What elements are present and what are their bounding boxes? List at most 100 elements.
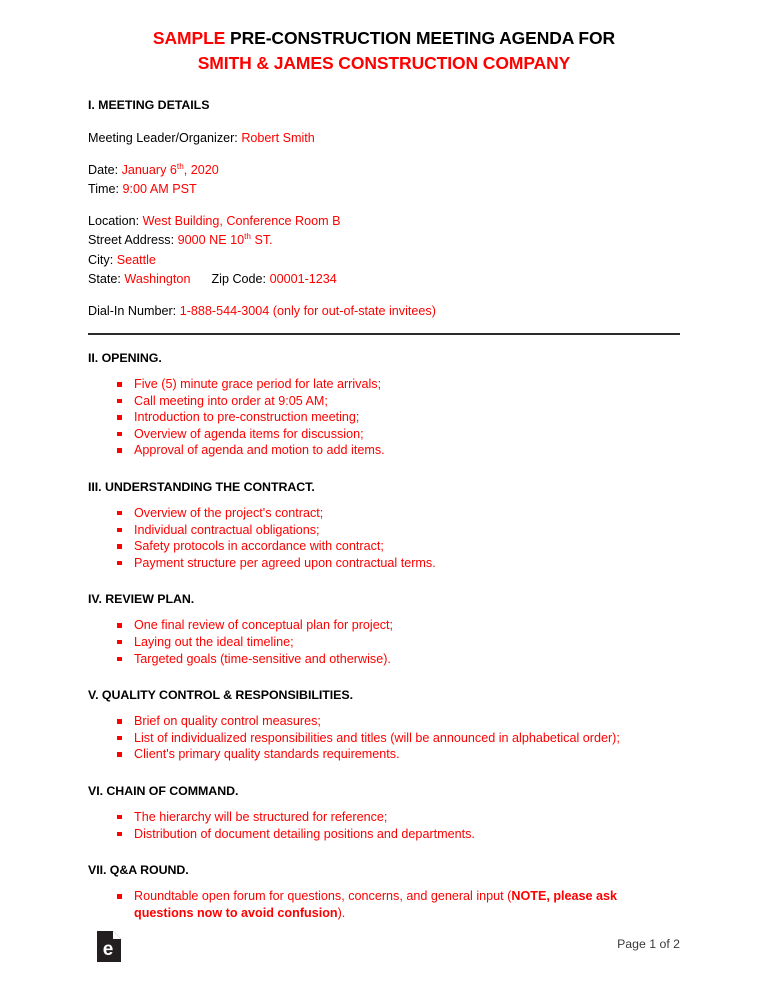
square-bullet-icon xyxy=(117,560,122,566)
square-bullet-icon xyxy=(117,831,122,836)
dial-in-value: 1-888-544-3004 (only for out-of-state in… xyxy=(179,303,436,318)
section-quality-control: V. QUALITY CONTROL & RESPONSIBILITIES. B… xyxy=(88,688,680,763)
square-bullet-icon xyxy=(117,894,122,899)
section-heading-6-period: . xyxy=(235,783,239,798)
list-item: Laying out the ideal timeline; xyxy=(88,634,680,651)
section-heading-2-period: . xyxy=(158,351,162,365)
square-bullet-icon xyxy=(117,527,122,533)
square-bullet-icon xyxy=(117,814,122,820)
section-understanding-contract: III. UNDERSTANDING THE CONTRACT. Overvie… xyxy=(88,480,680,571)
section-heading-3-period: . xyxy=(311,479,315,494)
section-review-plan: IV. REVIEW PLAN. One final review of con… xyxy=(88,592,680,667)
list-item: Individual contractual obligations; xyxy=(88,522,680,539)
state-label: State: xyxy=(88,272,125,286)
list-item-text: Introduction to pre-construction meeting… xyxy=(134,410,360,425)
street-address-line: Street Address: 9000 NE 10th ST. xyxy=(88,231,680,251)
qa-text-post: ). xyxy=(337,905,346,920)
list-item-text: Client's primary quality standards requi… xyxy=(134,747,400,762)
list-item: Roundtable open forum for questions, con… xyxy=(88,888,680,921)
time-label: Time: xyxy=(88,182,123,196)
list-item: Distribution of document detailing posit… xyxy=(88,826,680,843)
section-heading-3-text: III. UNDERSTANDING THE CONTRACT xyxy=(88,479,312,494)
date-value-post: , 2020 xyxy=(183,162,219,177)
title-sample-word: SAMPLE xyxy=(152,28,226,48)
page-footer: e Page 1 of 2 xyxy=(0,927,768,993)
list-item-text: Individual contractual obligations; xyxy=(134,522,320,537)
list-item-text: Payment structure per agreed upon contra… xyxy=(134,555,436,570)
location-line: Location: West Building, Conference Room… xyxy=(88,212,680,232)
time-line: Time: 9:00 AM PST xyxy=(88,180,680,200)
title-company-line: SMITH & JAMES CONSTRUCTION COMPANY xyxy=(197,53,571,73)
dial-in-label: Dial-In Number: xyxy=(88,303,180,318)
street-value: 9000 NE 10th ST. xyxy=(177,231,273,247)
list-item-text: Laying out the ideal timeline; xyxy=(134,634,294,649)
list-item-text: List of individualized responsibilities … xyxy=(134,730,620,745)
page-number: Page 1 of 2 xyxy=(617,937,680,951)
organizer-value: Robert Smith xyxy=(241,131,315,145)
square-bullet-icon xyxy=(117,752,122,757)
list-item: Introduction to pre-construction meeting… xyxy=(88,409,680,426)
qa-text-pre: Roundtable open forum for questions, con… xyxy=(134,889,512,904)
list-item: Approval of agenda and motion to add ite… xyxy=(88,442,680,459)
state-zip-gap xyxy=(190,272,211,286)
street-label: Street Address: xyxy=(88,233,178,247)
zip-label: Zip Code: xyxy=(211,272,270,286)
page-title: SAMPLE PRE-CONSTRUCTION MEETING AGENDA F… xyxy=(88,26,680,76)
date-line: Date: January 6th, 2020 xyxy=(88,161,680,181)
dial-in-line: Dial-In Number: 1-888-544-3004 (only for… xyxy=(88,302,680,322)
square-bullet-icon xyxy=(117,431,122,437)
list-item-text: One final review of conceptual plan for … xyxy=(134,618,394,633)
street-ordinal-suffix: th xyxy=(244,231,251,241)
location-label: Location: xyxy=(88,213,143,228)
section-heading-5-text: V. QUALITY CONTROL & RESPONSIBILITIES xyxy=(88,688,350,703)
list-item-text: Brief on quality control measures; xyxy=(134,714,321,729)
list-item-text: Safety protocols in accordance with cont… xyxy=(134,539,384,554)
list-item-text: Targeted goals (time-sensitive and other… xyxy=(134,651,391,666)
list-item: Call meeting into order at 9:05 AM; xyxy=(88,393,680,410)
section-heading-7: VII. Q&A ROUND. xyxy=(88,863,680,877)
section-heading-5-period: . xyxy=(349,688,354,703)
list-item: One final review of conceptual plan for … xyxy=(88,617,680,634)
date-ordinal-suffix: th xyxy=(176,161,184,171)
list-item-text: The hierarchy will be structured for ref… xyxy=(134,809,388,824)
square-bullet-icon xyxy=(117,656,122,662)
section-divider xyxy=(88,333,680,335)
eforms-document-logo: e xyxy=(97,931,121,962)
section-heading-6: VI. CHAIN OF COMMAND. xyxy=(88,784,680,798)
section-heading-2-text: II. OPENING xyxy=(88,351,159,365)
opening-bullet-list: Five (5) minute grace period for late ar… xyxy=(88,376,680,459)
section-heading-1: I. MEETING DETAILS xyxy=(88,98,210,112)
street-value-post: ST. xyxy=(250,233,273,247)
section-heading-4: IV. REVIEW PLAN. xyxy=(88,592,195,607)
square-bullet-icon xyxy=(117,735,122,741)
list-item: The hierarchy will be structured for ref… xyxy=(88,809,680,826)
zip-value: 00001-1234 xyxy=(269,272,337,286)
review-plan-bullet-list: One final review of conceptual plan for … xyxy=(88,617,680,667)
street-value-pre: 9000 NE 10 xyxy=(177,233,245,247)
city-line: City: Seattle xyxy=(88,251,680,271)
list-item-text: Distribution of document detailing posit… xyxy=(134,826,475,841)
document-content: SAMPLE PRE-CONSTRUCTION MEETING AGENDA F… xyxy=(0,0,768,921)
square-bullet-icon xyxy=(117,510,122,516)
document-page: SAMPLE PRE-CONSTRUCTION MEETING AGENDA F… xyxy=(0,0,768,993)
quality-control-bullet-list: Brief on quality control measures; List … xyxy=(88,713,680,763)
section-qa-round: VII. Q&A ROUND. Roundtable open forum fo… xyxy=(88,863,680,921)
list-item-text: Five (5) minute grace period for late ar… xyxy=(134,377,382,391)
section-meeting-details: I. MEETING DETAILS Meeting Leader/Organi… xyxy=(88,98,680,321)
section-heading-7-text: VII. Q&A ROUND xyxy=(88,863,186,878)
list-item: Five (5) minute grace period for late ar… xyxy=(88,376,680,393)
section-opening: II. OPENING. Five (5) minute grace perio… xyxy=(88,351,680,459)
list-item-text: Overview of agenda items for discussion; xyxy=(134,426,364,441)
organizer-label: Meeting Leader/Organizer: xyxy=(88,131,242,145)
qa-bullet-list: Roundtable open forum for questions, con… xyxy=(88,888,680,921)
square-bullet-icon xyxy=(117,544,122,549)
list-item: Safety protocols in accordance with cont… xyxy=(88,538,680,555)
square-bullet-icon xyxy=(117,382,122,387)
